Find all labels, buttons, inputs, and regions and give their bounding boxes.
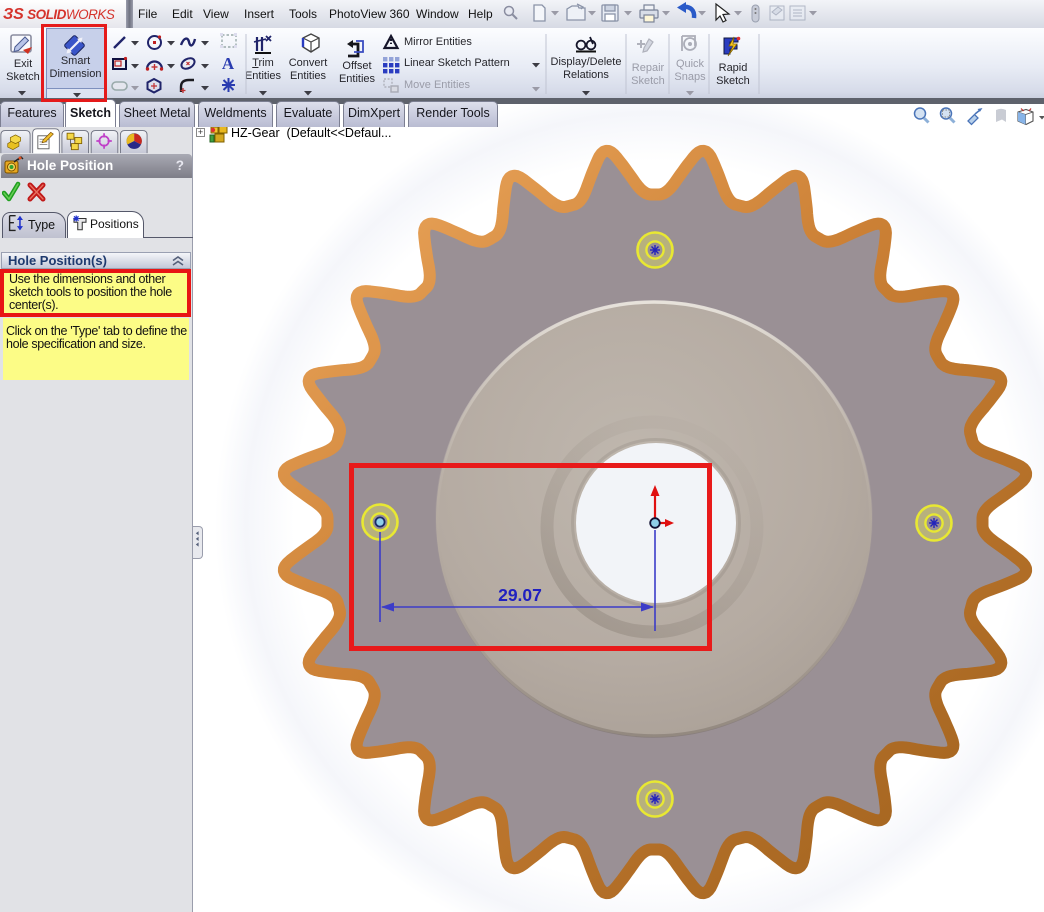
svg-text:A: A [222,54,235,73]
